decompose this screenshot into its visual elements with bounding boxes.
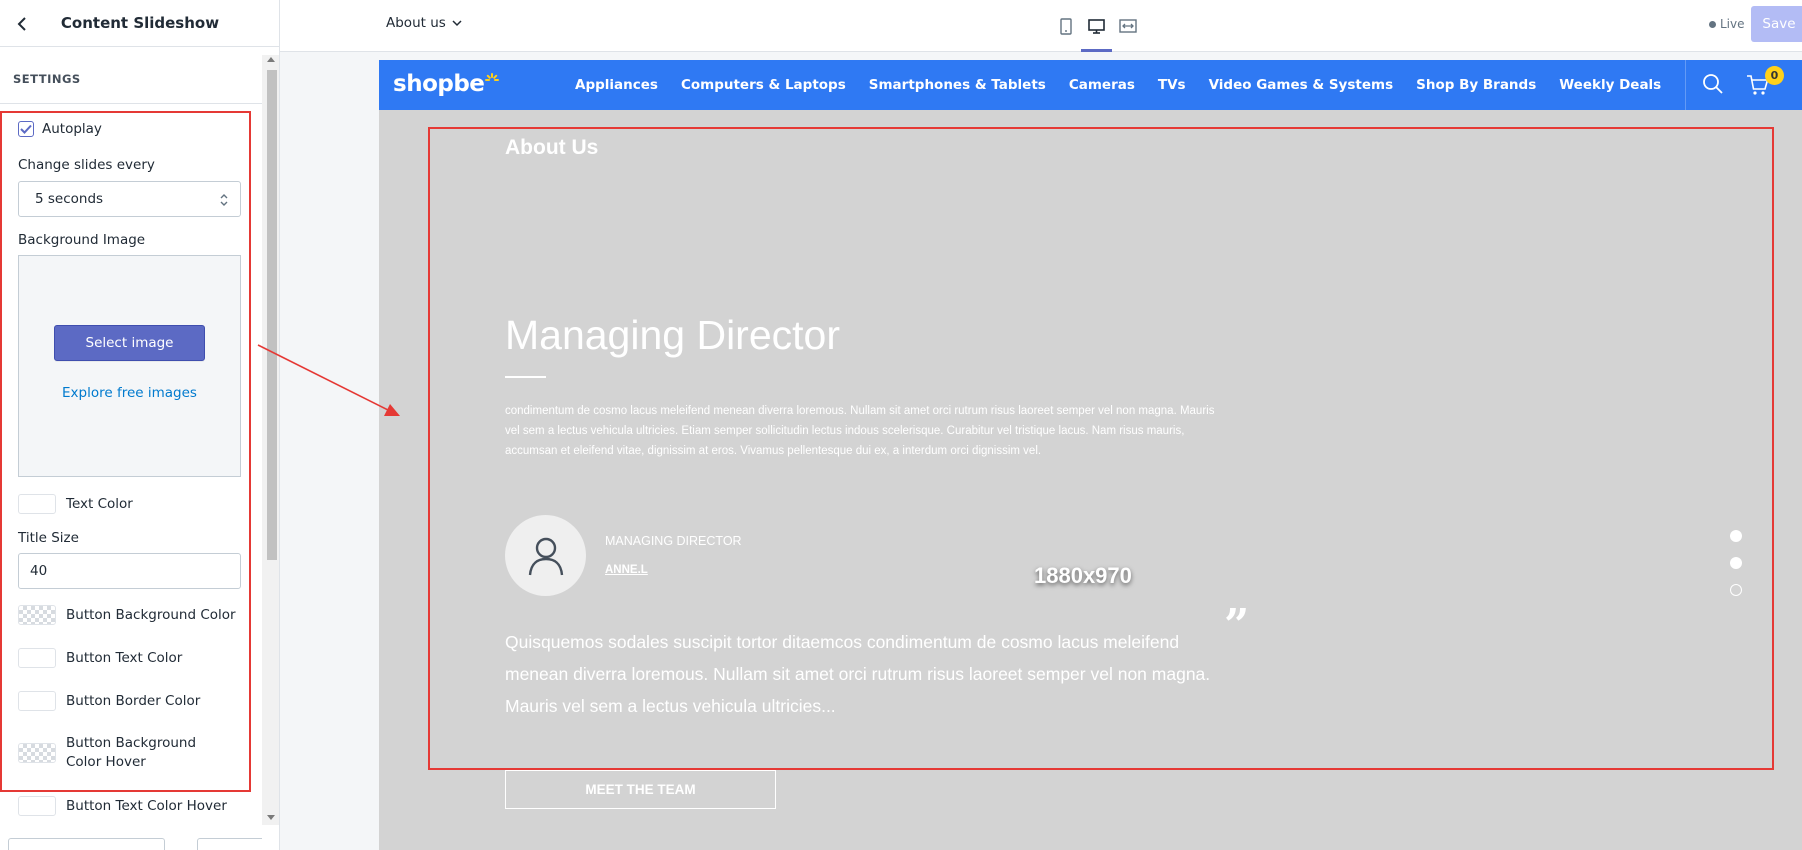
nav-separator: [1685, 60, 1686, 110]
button-text-hover-swatch[interactable]: [18, 796, 56, 816]
change-slides-value: 5 seconds: [35, 191, 104, 207]
button-text-hover-label: Button Text Color Hover: [66, 798, 227, 814]
button-bg-color-row[interactable]: Button Background Color: [18, 605, 236, 625]
page-picker[interactable]: About us: [386, 15, 462, 31]
mobile-view-button[interactable]: [1050, 0, 1081, 52]
live-status: Live: [1709, 17, 1745, 31]
button-text-hover-row[interactable]: Button Text Color Hover: [18, 796, 227, 816]
nav-item-cameras[interactable]: Cameras: [1069, 77, 1135, 93]
slide-body-text: condimentum de cosmo lacus meleifend men…: [505, 405, 1215, 457]
fullscreen-icon: [1118, 19, 1137, 33]
title-size-label: Title Size: [18, 530, 79, 546]
testimonial-quote: Quisquemos sodales suscipit tortor ditae…: [505, 632, 1211, 716]
section-divider: [0, 103, 262, 104]
desktop-icon: [1088, 18, 1105, 34]
person-name-link[interactable]: ANNE.L: [605, 564, 648, 576]
panel-scroll-area: SETTINGS Autoplay Change slides every 5 …: [0, 55, 262, 850]
background-image-label: Background Image: [18, 232, 146, 248]
change-slides-select[interactable]: 5 seconds: [18, 181, 241, 217]
text-color-row[interactable]: Text Color: [18, 494, 133, 514]
section-label: SETTINGS: [13, 72, 81, 86]
slide-dot-2[interactable]: [1730, 557, 1742, 569]
user-icon: [528, 537, 563, 575]
explore-free-images-link[interactable]: Explore free images: [19, 385, 240, 401]
button-bg-hover-swatch[interactable]: [18, 743, 56, 763]
store-logo[interactable]: shopbe: [393, 71, 500, 97]
autoplay-checkbox[interactable]: [18, 121, 34, 137]
slide-dot-3[interactable]: [1730, 584, 1742, 596]
select-image-button[interactable]: Select image: [54, 325, 205, 361]
person-role: MANAGING DIRECTOR: [605, 534, 742, 548]
title-size-input[interactable]: 40: [18, 553, 241, 589]
slide-pagination: [1730, 530, 1742, 611]
change-slides-label: Change slides every: [18, 157, 155, 173]
button-bg-hover-row[interactable]: Button Background Color Hover: [18, 734, 233, 772]
background-image-picker: Select image Explore free images: [18, 255, 241, 477]
mobile-icon: [1059, 17, 1072, 35]
panel-header: Content Slideshow: [0, 0, 279, 47]
nav-item-video-games[interactable]: Video Games & Systems: [1209, 77, 1394, 93]
button-bg-color-label: Button Background Color: [66, 607, 236, 623]
next-field-partial: [8, 838, 165, 850]
nav-item-smartphones[interactable]: Smartphones & Tablets: [869, 77, 1046, 93]
heading-rule: [505, 376, 546, 378]
live-dot-icon: [1709, 20, 1716, 28]
next-stepper-partial: [197, 838, 262, 850]
button-border-color-swatch[interactable]: [18, 691, 56, 711]
button-border-color-label: Button Border Color: [66, 693, 201, 709]
store-nav-actions: 0: [1685, 60, 1802, 110]
button-bg-color-swatch[interactable]: [18, 605, 56, 625]
scroll-thumb[interactable]: [267, 70, 277, 560]
check-icon: [20, 124, 32, 134]
autoplay-label: Autoplay: [42, 121, 102, 137]
avatar: [505, 515, 586, 596]
image-size-watermark: 1880x970: [1034, 563, 1132, 588]
section-title: About Us: [505, 136, 599, 159]
select-arrows-icon: [220, 194, 228, 206]
button-bg-hover-label: Button Background Color Hover: [66, 735, 197, 770]
logo-sun-icon: [485, 73, 500, 81]
nav-item-brands[interactable]: Shop By Brands: [1416, 77, 1536, 93]
store-nav-menu: Appliances Computers & Laptops Smartphon…: [575, 60, 1684, 110]
button-border-color-row[interactable]: Button Border Color: [18, 691, 200, 711]
text-color-label: Text Color: [66, 496, 133, 512]
scroll-down-arrow-icon[interactable]: [267, 815, 275, 820]
button-text-color-label: Button Text Color: [66, 650, 183, 666]
nav-item-appliances[interactable]: Appliances: [575, 77, 658, 93]
meet-the-team-button[interactable]: MEET THE TEAM: [505, 770, 776, 809]
button-text-color-row[interactable]: Button Text Color: [18, 648, 182, 668]
nav-item-computers[interactable]: Computers & Laptops: [681, 77, 846, 93]
slide-heading: Managing Director: [505, 312, 840, 358]
settings-panel: Content Slideshow SETTINGS Autoplay Chan…: [0, 0, 280, 850]
scroll-up-arrow-icon[interactable]: [267, 57, 275, 62]
page-picker-label: About us: [386, 15, 446, 31]
logo-text: shopbe: [393, 71, 485, 97]
cart-count-badge: 0: [1765, 66, 1784, 85]
autoplay-row[interactable]: Autoplay: [18, 121, 102, 137]
button-text-color-swatch[interactable]: [18, 648, 56, 668]
quote-icon: ”: [1224, 608, 1249, 632]
panel-scrollbar[interactable]: [262, 55, 279, 825]
desktop-view-button[interactable]: [1081, 0, 1112, 52]
search-icon[interactable]: [1702, 73, 1724, 95]
store-preview: shopbe Appliances Computers & Laptops Sm…: [379, 60, 1802, 850]
text-color-swatch[interactable]: [18, 494, 56, 514]
save-button[interactable]: Save: [1751, 6, 1802, 42]
chevron-down-icon: [452, 20, 462, 27]
slide-dot-1[interactable]: [1730, 530, 1742, 542]
editor-topbar: About us Live Save: [280, 0, 1802, 52]
live-label: Live: [1720, 17, 1745, 31]
store-navbar: shopbe Appliances Computers & Laptops Sm…: [379, 60, 1802, 110]
fullwidth-view-button[interactable]: [1112, 0, 1143, 52]
nav-item-tvs[interactable]: TVs: [1158, 77, 1186, 93]
device-switcher: [1050, 0, 1143, 52]
nav-item-weekly-deals[interactable]: Weekly Deals: [1559, 77, 1661, 93]
panel-title: Content Slideshow: [60, 14, 220, 32]
